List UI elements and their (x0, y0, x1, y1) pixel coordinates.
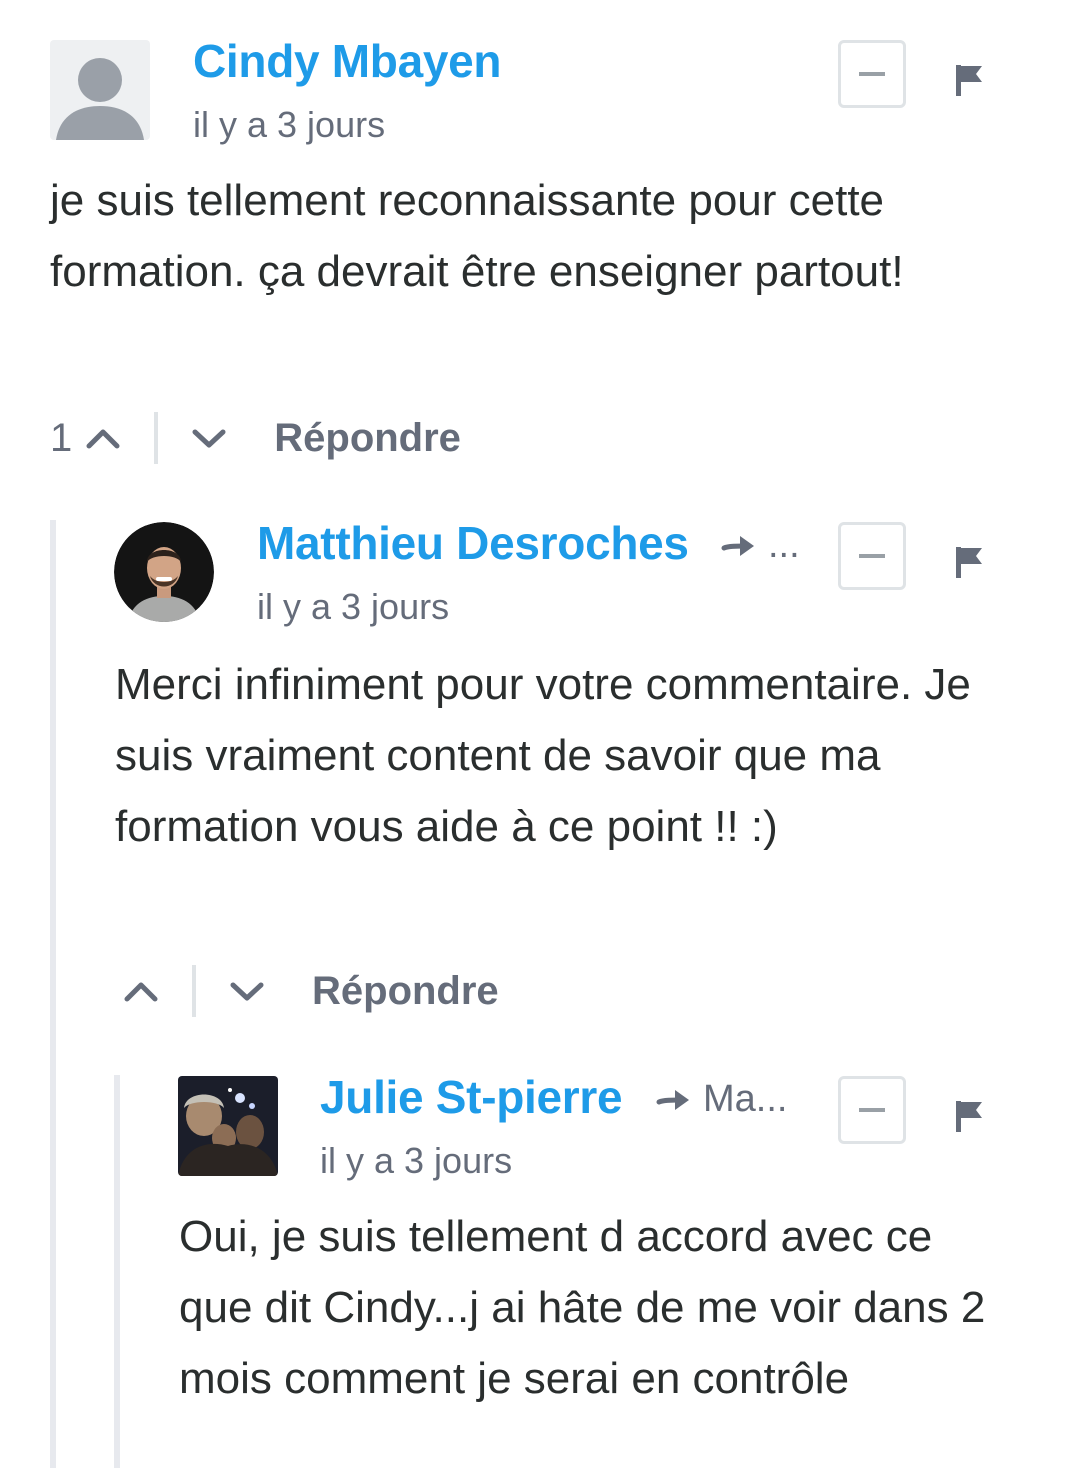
vote-count: 1 (50, 415, 73, 460)
flag-icon[interactable] (954, 1099, 984, 1133)
reply-to-name: Ma... (703, 1078, 788, 1120)
profile-photo (178, 1076, 278, 1176)
collapse-icon (859, 1108, 885, 1112)
reply-to-indicator[interactable]: ... (720, 524, 800, 567)
author-name[interactable]: Cindy Mbayen (193, 34, 502, 88)
comment-footer: Répondre (124, 965, 499, 1017)
flag-icon[interactable] (954, 545, 984, 579)
default-avatar-icon (50, 40, 150, 140)
comment-text: je suis tellement reconnaissante pour ce… (50, 176, 904, 296)
collapse-icon (859, 72, 885, 76)
profile-photo (114, 522, 214, 622)
comment-text: Merci infiniment pour votre commentaire.… (115, 660, 971, 851)
avatar[interactable] (114, 522, 214, 622)
flag-icon[interactable] (954, 63, 984, 97)
upvote-button[interactable] (124, 980, 158, 1002)
thread-line-level-2 (114, 1075, 120, 1468)
downvote-button[interactable] (192, 427, 226, 449)
reply-to-indicator[interactable]: Ma... (655, 1078, 787, 1121)
collapse-icon (859, 554, 885, 558)
reply-button[interactable]: Répondre (312, 969, 499, 1014)
comment-text: Oui, je suis tellement d accord avec ce … (179, 1212, 986, 1403)
reply-arrow-icon (721, 535, 754, 556)
timestamp[interactable]: il y a 3 jours (320, 1140, 512, 1182)
collapse-button[interactable] (838, 1076, 906, 1144)
downvote-button[interactable] (230, 980, 264, 1002)
thread-line-level-1 (50, 520, 56, 1468)
reply-to-name: ... (768, 524, 800, 566)
collapse-button[interactable] (838, 40, 906, 108)
upvote-icon (124, 982, 158, 1002)
vote-divider (154, 412, 159, 464)
comment-footer: 1 Répondre (50, 412, 461, 464)
upvote-button[interactable] (86, 427, 120, 449)
collapse-button[interactable] (838, 522, 906, 590)
reply-arrow-icon (656, 1089, 689, 1110)
author-name[interactable]: Matthieu Desroches (257, 516, 689, 570)
reply-button[interactable]: Répondre (274, 416, 461, 461)
timestamp[interactable]: il y a 3 jours (193, 104, 385, 146)
downvote-icon (230, 982, 264, 1001)
avatar[interactable] (50, 40, 150, 140)
avatar[interactable] (178, 1076, 278, 1176)
upvote-icon (86, 429, 120, 449)
downvote-icon (192, 429, 226, 448)
vote-divider (192, 965, 196, 1017)
timestamp[interactable]: il y a 3 jours (257, 586, 449, 628)
author-name[interactable]: Julie St-pierre (320, 1070, 623, 1124)
